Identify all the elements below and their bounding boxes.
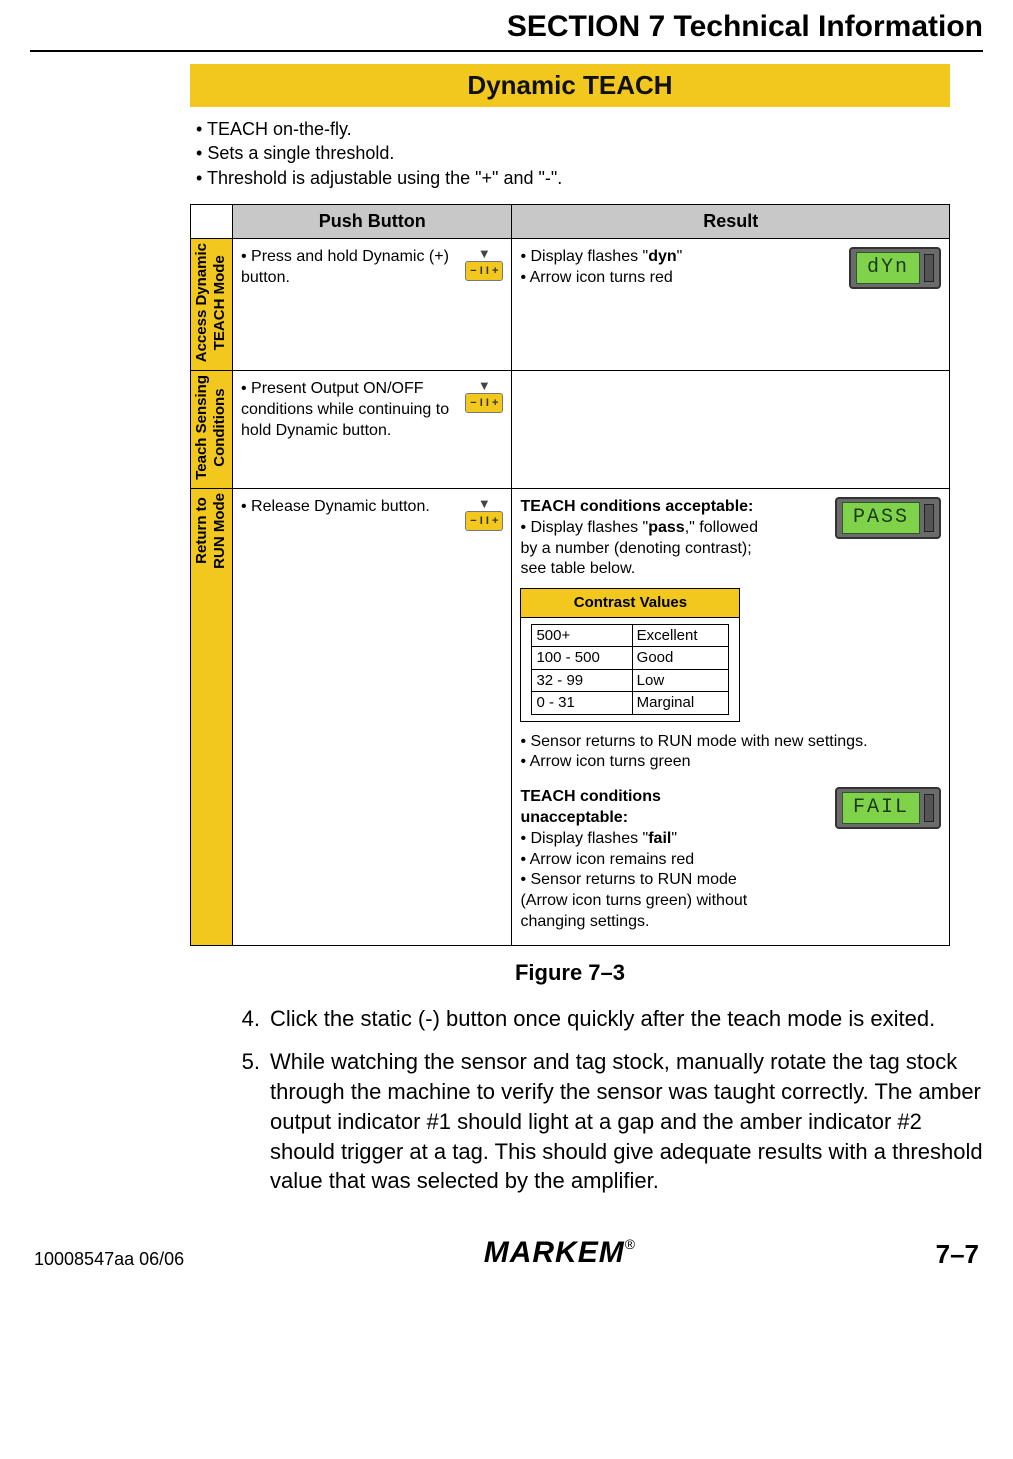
pb-text: Release Dynamic button.	[241, 498, 430, 515]
figure-caption: Figure 7–3	[190, 960, 950, 986]
row-label-return: Return to RUN Mode	[191, 488, 233, 945]
push-button-icon: ▼ − I I +	[465, 247, 503, 281]
result-line: Sensor returns to RUN mode with new sett…	[520, 732, 941, 753]
push-button-icon: ▼ − I I +	[465, 379, 503, 413]
figure-banner: Dynamic TEACH	[190, 64, 950, 107]
row-label-teach: Teach Sensing Conditions	[191, 371, 233, 489]
result-line: Display flashes "fail"	[520, 829, 761, 850]
footer-brand: MARKEM®	[184, 1236, 935, 1270]
lcd-display-icon: dYn	[849, 247, 941, 289]
push-button-icon: ▼ − I I +	[465, 497, 503, 531]
result-cell: TEACH conditions acceptable: Display fla…	[512, 488, 950, 945]
push-button-cell: Present Output ON/OFF conditions while c…	[232, 371, 511, 489]
result-line: Arrow icon turns green	[520, 752, 941, 773]
contrast-range: 500+	[532, 624, 632, 647]
row-label-access: Access Dynamic TEACH Mode	[191, 238, 233, 370]
teach-table: Push Button Result Access Dynamic TEACH …	[190, 204, 950, 946]
result-line: Display flashes "dyn"	[520, 247, 761, 268]
step-5: 5. While watching the sensor and tag sto…	[230, 1047, 990, 1195]
contrast-rating: Excellent	[632, 624, 729, 647]
intro-line: Threshold is adjustable using the "+" an…	[196, 166, 944, 190]
step-text: While watching the sensor and tag stock,…	[270, 1047, 990, 1195]
step-4: 4. Click the static (-) button once quic…	[230, 1004, 990, 1034]
result-cell: Display flashes "dyn" Arrow icon turns r…	[512, 238, 950, 370]
section-title: SECTION 7 Technical Information	[30, 10, 983, 44]
contrast-rating: Marginal	[632, 692, 729, 715]
contrast-title: Contrast Values	[521, 589, 739, 618]
step-text: Click the static (-) button once quickly…	[270, 1004, 990, 1034]
col-header-result: Result	[512, 204, 950, 238]
footer-pagenum: 7–7	[936, 1239, 979, 1270]
figure-dynamic-teach: Dynamic TEACH TEACH on-the-fly. Sets a s…	[190, 64, 950, 986]
page-footer: 10008547aa 06/06 MARKEM® 7–7	[30, 1236, 983, 1270]
lcd-display-icon: FAIL	[835, 787, 941, 829]
result-line: Arrow icon turns red	[520, 268, 761, 289]
acceptable-title: TEACH conditions acceptable:	[520, 497, 761, 518]
intro-line: Sets a single threshold.	[196, 141, 944, 165]
col-header-push-button: Push Button	[232, 204, 511, 238]
footer-docid: 10008547aa 06/06	[34, 1249, 184, 1270]
registered-icon: ®	[625, 1236, 636, 1252]
body-steps: 4. Click the static (-) button once quic…	[230, 1004, 990, 1196]
push-button-cell: Press and hold Dynamic (+) button. ▼ − I…	[232, 238, 511, 370]
step-number: 4.	[230, 1004, 270, 1034]
contrast-rating: Low	[632, 669, 729, 692]
contrast-range: 100 - 500	[532, 647, 632, 670]
pb-text: Press and hold Dynamic (+) button.	[241, 248, 449, 286]
pb-text: Present Output ON/OFF conditions while c…	[241, 380, 449, 439]
header-rule	[30, 50, 983, 52]
figure-intro: TEACH on-the-fly. Sets a single threshol…	[190, 107, 950, 204]
result-line: Arrow icon remains red	[520, 850, 761, 871]
intro-line: TEACH on-the-fly.	[196, 117, 944, 141]
lcd-display-icon: PASS	[835, 497, 941, 539]
contrast-range: 0 - 31	[532, 692, 632, 715]
step-number: 5.	[230, 1047, 270, 1195]
result-cell	[512, 371, 950, 489]
contrast-range: 32 - 99	[532, 669, 632, 692]
result-line: Sensor returns to RUN mode (Arrow icon t…	[520, 870, 761, 932]
contrast-rating: Good	[632, 647, 729, 670]
result-line: Display flashes "pass," followed by a nu…	[520, 518, 761, 580]
push-button-cell: Release Dynamic button. ▼ − I I +	[232, 488, 511, 945]
table-row: Return to RUN Mode Release Dynamic butto…	[191, 488, 950, 945]
table-row: Teach Sensing Conditions Present Output …	[191, 371, 950, 489]
table-row: Access Dynamic TEACH Mode Press and hold…	[191, 238, 950, 370]
unacceptable-title: TEACH conditions unacceptable:	[520, 787, 761, 829]
contrast-values-box: Contrast Values 500+Excellent 100 - 500G…	[520, 588, 740, 722]
